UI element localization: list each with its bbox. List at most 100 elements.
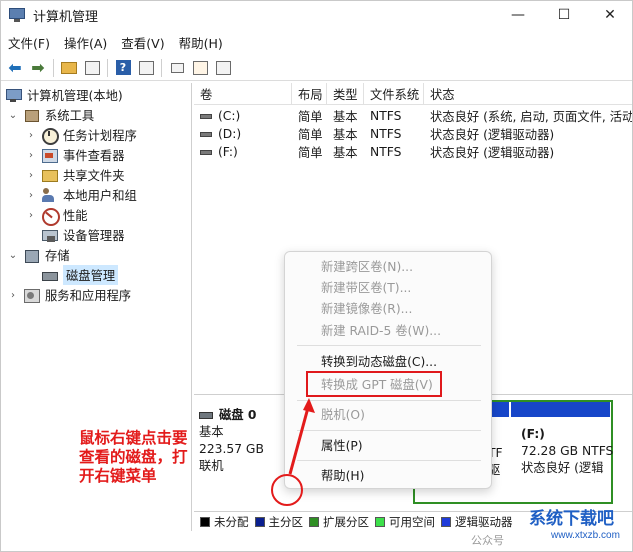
menu-bar: 文件(F) 操作(A) 查看(V) 帮助(H)	[1, 31, 230, 53]
tree-item-services-apps[interactable]: › 服务和应用程序	[7, 285, 131, 305]
tree-item-shared-folders[interactable]: › 共享文件夹	[25, 165, 125, 185]
check-icon[interactable]	[190, 58, 210, 78]
menu-file[interactable]: 文件(F)	[1, 33, 57, 52]
tree-item-root[interactable]: 计算机管理(本地)	[5, 85, 123, 105]
menu-help[interactable]: 帮助(H)	[172, 33, 230, 52]
volume-status: 状态良好 (逻辑驱动器)	[430, 146, 555, 160]
legend-primary: 主分区	[254, 514, 303, 530]
drive-icon	[200, 131, 212, 137]
volume-layout: 简单	[298, 146, 323, 160]
menu-action[interactable]: 操作(A)	[57, 33, 114, 52]
volume-row[interactable]: (F:) 简单 基本 NTFS 状态良好 (逻辑驱动器)	[194, 143, 632, 161]
chevron-down-icon[interactable]: ⌄	[7, 110, 19, 121]
menu-item-new-striped[interactable]: 新建带区卷(T)...	[321, 277, 411, 297]
volume-status: 状态良好 (逻辑驱动器)	[430, 128, 555, 142]
menu-item-offline[interactable]: 脱机(O)	[321, 404, 365, 424]
partition-f-status: 状态良好 (逻辑	[521, 461, 604, 475]
minimize-button[interactable]: —	[495, 1, 541, 29]
legend-swatch	[309, 516, 319, 527]
chevron-right-icon[interactable]: ›	[25, 150, 37, 161]
logical-partition-f[interactable]: (F:) 72.28 GB NTFS 状态良好 (逻辑	[511, 402, 614, 502]
annotation-arrow-icon	[288, 398, 315, 475]
watermark-logo: 公众号	[471, 534, 504, 547]
chevron-right-icon[interactable]: ›	[25, 130, 37, 141]
menu-item-convert-dynamic[interactable]: 转换到动态磁盘(C)...	[321, 351, 437, 371]
computer-icon	[5, 87, 22, 103]
chevron-right-icon[interactable]: ›	[25, 190, 37, 201]
menu-item-new-mirrored[interactable]: 新建镜像卷(R)...	[321, 298, 412, 318]
volume-layout: 简单	[298, 128, 323, 142]
watermark-main: 系统下载吧	[529, 509, 614, 529]
chevron-right-icon[interactable]: ›	[25, 170, 37, 181]
storage-icon	[23, 247, 39, 263]
partition-f-label: (F:)	[521, 427, 545, 441]
menu-separator	[297, 345, 481, 346]
gpt-highlight-box	[306, 371, 442, 397]
column-header-layout[interactable]: 布局	[292, 83, 327, 105]
toolbar-separator	[161, 58, 162, 77]
drive-icon	[200, 149, 212, 155]
menu-item-new-raid5[interactable]: 新建 RAID-5 卷(W)...	[321, 320, 441, 340]
legend-swatch	[200, 516, 210, 527]
volume-filesystem: NTFS	[370, 127, 402, 141]
disk-icon	[41, 267, 58, 283]
legend-swatch	[254, 516, 265, 527]
menu-item-properties[interactable]: 属性(P)	[321, 435, 363, 455]
annotation-text: 鼠标右键点击要查看的磁盘，打开右键菜单	[79, 429, 188, 485]
close-button[interactable]: ✕	[587, 1, 633, 29]
properties-icon[interactable]	[136, 58, 156, 78]
shared-folder-icon	[41, 167, 58, 183]
volume-type: 基本	[333, 146, 358, 160]
event-viewer-icon	[41, 147, 58, 163]
menu-separator	[297, 430, 481, 431]
device-manager-icon	[41, 227, 58, 243]
menu-item-help[interactable]: 帮助(H)	[321, 465, 364, 485]
tree-item-task-scheduler[interactable]: › 任务计划程序	[25, 125, 137, 145]
tree-item-disk-management[interactable]: 磁盘管理	[41, 265, 119, 285]
list-view-icon[interactable]	[213, 58, 233, 78]
watermark: 公众号 系统下载吧 www.xtxzb.com	[471, 504, 633, 550]
chevron-right-icon[interactable]: ›	[7, 290, 19, 301]
tree-item-event-viewer[interactable]: › 事件查看器	[25, 145, 125, 165]
tree-item-system-tools[interactable]: ⌄ 系统工具	[7, 105, 94, 125]
column-header-volume[interactable]: 卷	[194, 83, 292, 105]
back-arrow-icon[interactable]: ⬅	[5, 58, 25, 78]
legend-swatch	[375, 516, 385, 527]
watermark-url: www.xtxzb.com	[551, 530, 620, 541]
column-header-status[interactable]: 状态	[424, 83, 632, 105]
partition-color-bar	[511, 402, 610, 417]
legend-unallocated: 未分配	[200, 514, 249, 530]
volume-name: (D:)	[218, 127, 242, 141]
forward-arrow-icon[interactable]: ➡	[28, 58, 48, 78]
tree-item-local-users[interactable]: › 本地用户和组	[25, 185, 137, 205]
toolbar-separator	[107, 58, 108, 77]
volume-status: 状态良好 (系统, 启动, 页面文件, 活动,	[430, 110, 632, 124]
column-header-filesystem[interactable]: 文件系统	[364, 83, 424, 105]
users-icon	[41, 187, 57, 203]
toolbar: ⬅ ➡ ?	[1, 55, 632, 81]
volume-row[interactable]: (D:) 简单 基本 NTFS 状态良好 (逻辑驱动器)	[194, 125, 632, 143]
menu-view[interactable]: 查看(V)	[114, 33, 171, 52]
partition-f-size: 72.28 GB NTFS	[521, 444, 614, 458]
help-icon[interactable]: ?	[113, 58, 133, 78]
column-header-type[interactable]: 类型	[327, 83, 364, 105]
volume-filesystem: NTFS	[370, 109, 402, 123]
computer-management-icon	[9, 7, 25, 23]
volume-column-headers: 卷 布局 类型 文件系统 状态	[194, 83, 632, 105]
chevron-right-icon[interactable]: ›	[25, 210, 37, 221]
menu-separator	[297, 400, 481, 401]
volume-row[interactable]: (C:) 简单 基本 NTFS 状态良好 (系统, 启动, 页面文件, 活动,	[194, 107, 632, 125]
show-tree-icon[interactable]	[82, 58, 102, 78]
up-folder-icon[interactable]	[59, 58, 79, 78]
tree-item-device-manager[interactable]: 设备管理器	[41, 225, 125, 245]
volume-layout: 简单	[298, 110, 323, 124]
connect-icon[interactable]	[167, 58, 187, 78]
tree-item-performance[interactable]: › 性能	[25, 205, 88, 226]
volume-name: (C:)	[218, 109, 241, 123]
menu-separator	[297, 460, 481, 461]
performance-icon	[41, 207, 60, 226]
chevron-down-icon[interactable]: ⌄	[7, 250, 19, 261]
maximize-button[interactable]: ☐	[541, 1, 587, 29]
tree-item-storage[interactable]: ⌄ 存储	[7, 245, 70, 265]
menu-item-new-spanned[interactable]: 新建跨区卷(N)...	[321, 256, 413, 276]
